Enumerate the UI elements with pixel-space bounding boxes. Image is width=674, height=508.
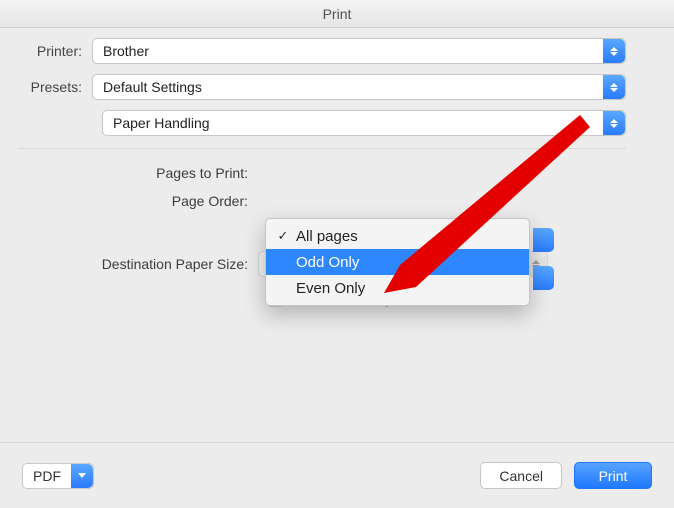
- divider: [18, 148, 626, 149]
- section-value: Paper Handling: [113, 115, 210, 131]
- printer-label: Printer:: [18, 43, 92, 59]
- printer-select[interactable]: Brother: [92, 38, 626, 64]
- printer-value: Brother: [103, 43, 149, 59]
- pages-to-print-label: Pages to Print:: [58, 165, 258, 181]
- select-cap-icon: [533, 266, 554, 290]
- updown-icon: [603, 39, 625, 63]
- menu-item-label: Odd Only: [296, 254, 359, 271]
- chevron-down-icon: [71, 464, 93, 488]
- presets-value: Default Settings: [103, 79, 202, 95]
- menu-item-even-only[interactable]: Even Only: [266, 275, 529, 301]
- presets-label: Presets:: [18, 79, 92, 95]
- cancel-button[interactable]: Cancel: [480, 462, 562, 489]
- checkmark-icon: ✓: [276, 228, 290, 244]
- menu-item-odd-only[interactable]: Odd Only: [266, 249, 529, 275]
- menu-item-all-pages[interactable]: ✓ All pages: [266, 223, 529, 249]
- pdf-label: PDF: [33, 468, 61, 484]
- page-order-label: Page Order:: [58, 193, 258, 209]
- presets-select[interactable]: Default Settings: [92, 74, 626, 100]
- section-select[interactable]: Paper Handling: [102, 110, 626, 136]
- updown-icon: [603, 111, 625, 135]
- button-bar: PDF Cancel Print: [0, 442, 674, 508]
- menu-item-label: All pages: [296, 228, 358, 245]
- window-title: Print: [0, 0, 674, 28]
- updown-icon: [603, 75, 625, 99]
- pages-to-print-menu: ✓ All pages Odd Only Even Only: [265, 218, 530, 306]
- select-cap-icon: [533, 228, 554, 252]
- dest-paper-size-label: Destination Paper Size:: [58, 256, 258, 272]
- pdf-menu-button[interactable]: PDF: [22, 463, 94, 489]
- menu-item-label: Even Only: [296, 280, 365, 297]
- print-button[interactable]: Print: [574, 462, 652, 489]
